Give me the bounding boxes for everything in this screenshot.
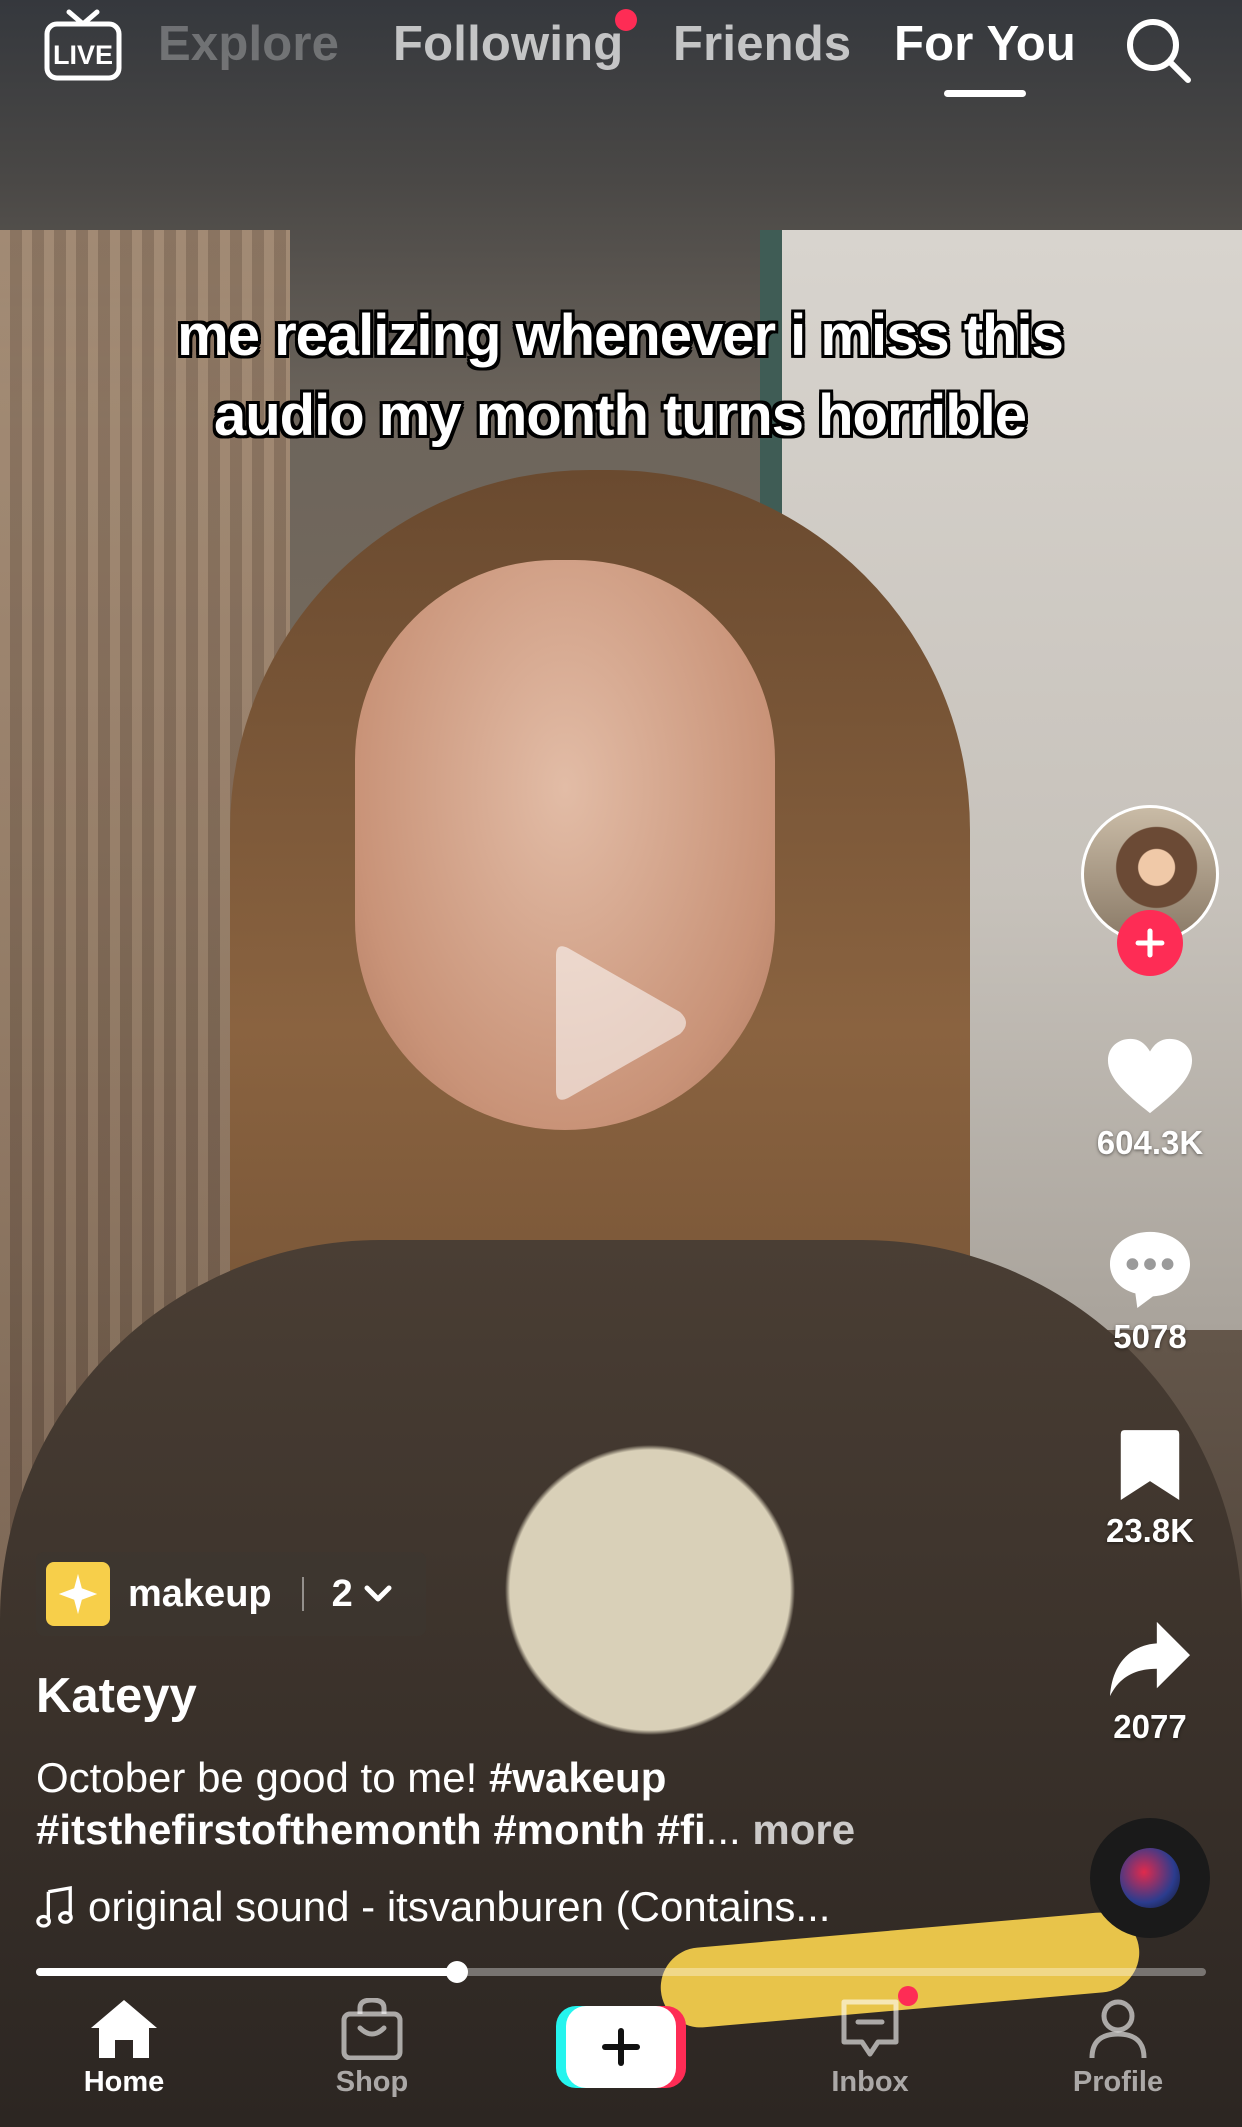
plus-icon xyxy=(1135,928,1165,958)
sound-title: original sound - itsvanburen (Contains..… xyxy=(88,1883,831,1930)
live-label: LIVE xyxy=(53,40,113,70)
sound-link[interactable]: original sound - itsvanburen (Contains..… xyxy=(36,1883,830,1931)
nav-shop-label: Shop xyxy=(335,2066,409,2098)
shopping-bag-icon xyxy=(341,1998,403,2060)
create-button-face xyxy=(566,2006,676,2088)
share-button[interactable]: 2077 xyxy=(1075,1618,1225,1746)
nav-inbox-label: Inbox xyxy=(831,2066,909,2098)
share-arrow-icon xyxy=(1109,1621,1191,1697)
comment-count: 5078 xyxy=(1113,1318,1187,1355)
sound-cover-art xyxy=(1120,1848,1180,1908)
save-button[interactable]: 23.8K xyxy=(1075,1428,1225,1550)
hashtag-line-1[interactable]: #wakeup xyxy=(489,1754,666,1801)
search-button[interactable] xyxy=(1122,14,1194,86)
comment-bubble-icon xyxy=(1109,1231,1191,1309)
inbox-icon xyxy=(841,1999,899,2057)
post-description[interactable]: October be good to me! #wakeup #itsthefi… xyxy=(36,1752,1056,1856)
nav-home-label: Home xyxy=(83,2066,165,2098)
sound-disc-button[interactable] xyxy=(1090,1818,1210,1938)
chevron-down-icon xyxy=(364,1585,392,1602)
play-icon[interactable] xyxy=(550,938,690,1108)
bookmark-icon xyxy=(1120,1430,1180,1500)
tab-following[interactable]: Following xyxy=(393,16,623,72)
nav-home[interactable]: Home xyxy=(44,1998,204,2099)
music-note-icon xyxy=(36,1886,73,1928)
plus-icon xyxy=(602,2028,640,2066)
home-icon xyxy=(91,2000,157,2058)
progress-fill xyxy=(36,1968,458,1976)
nav-shop[interactable]: Shop xyxy=(292,1998,452,2099)
share-count: 2077 xyxy=(1113,1708,1187,1745)
following-notification-dot xyxy=(615,9,637,31)
tab-friends[interactable]: Friends xyxy=(673,16,851,72)
nav-profile[interactable]: Profile xyxy=(1038,1998,1198,2099)
comment-button[interactable]: 5078 xyxy=(1075,1228,1225,1356)
save-count: 23.8K xyxy=(1105,1512,1195,1549)
follow-button[interactable] xyxy=(1117,910,1183,976)
video-caption-overlay: me realizing whenever i miss this audio … xyxy=(177,303,1064,448)
search-icon xyxy=(1127,19,1191,83)
playlist-name: makeup xyxy=(128,1572,272,1615)
tab-explore[interactable]: Explore xyxy=(158,16,339,72)
playlist-chip[interactable]: makeup 2 xyxy=(36,1552,426,1636)
more-link[interactable]: more xyxy=(752,1806,855,1853)
nav-inbox[interactable]: Inbox xyxy=(790,1998,950,2099)
description-ellipsis: ... xyxy=(705,1806,741,1853)
person-icon xyxy=(1089,1999,1147,2059)
like-button[interactable]: 604.3K xyxy=(1075,1036,1225,1162)
top-navigation: LIVE Explore Following Friends For You xyxy=(0,0,1242,110)
video-progress-bar[interactable] xyxy=(36,1961,1206,1983)
live-tv-icon: LIVE xyxy=(44,9,122,81)
create-button[interactable] xyxy=(556,2006,686,2088)
inbox-notification-dot xyxy=(898,1986,918,2006)
active-tab-indicator xyxy=(944,90,1026,97)
hashtag-line-2[interactable]: #itsthefirstofthemonth #month #fi xyxy=(36,1806,706,1853)
playlist-count: 2 xyxy=(331,1572,353,1615)
playlist-divider xyxy=(301,1577,304,1611)
sparkle-icon xyxy=(46,1562,110,1626)
live-button[interactable]: LIVE xyxy=(44,8,122,82)
tab-for-you[interactable]: For You xyxy=(894,16,1076,72)
creator-username[interactable]: Kateyy xyxy=(36,1668,197,1724)
nav-profile-label: Profile xyxy=(1072,2066,1164,2098)
description-text: October be good to me! xyxy=(36,1754,489,1801)
like-count: 604.3K xyxy=(1096,1124,1204,1161)
heart-icon xyxy=(1107,1038,1193,1114)
